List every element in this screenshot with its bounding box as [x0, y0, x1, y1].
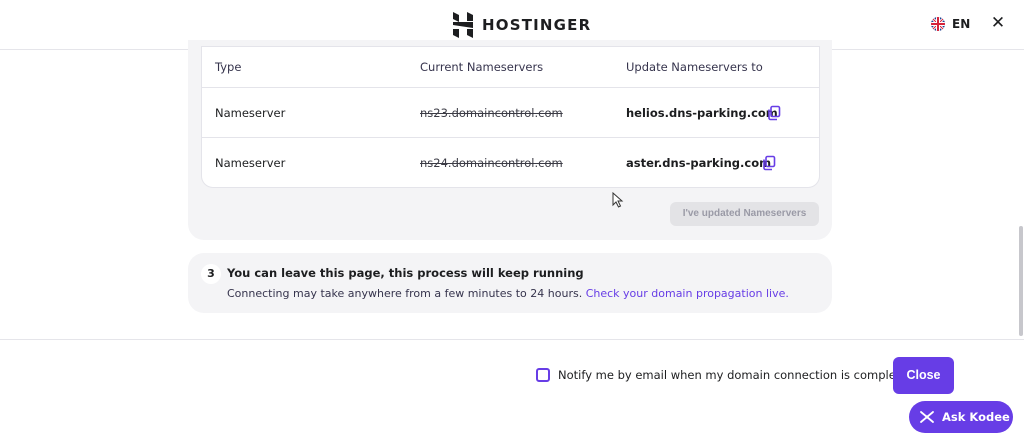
- kodee-label: Ask Kodee: [942, 410, 1010, 424]
- mouse-cursor-icon: [612, 192, 624, 208]
- column-header-update: Update Nameservers to: [626, 60, 763, 74]
- step-title: You can leave this page, this process wi…: [227, 266, 584, 280]
- column-header-current: Current Nameservers: [420, 60, 544, 74]
- brand-logo[interactable]: HOSTINGER: [452, 12, 591, 38]
- kodee-icon: [920, 411, 934, 423]
- row-type: Nameserver: [215, 105, 286, 120]
- footer-divider: [0, 339, 1024, 340]
- column-header-type: Type: [215, 60, 242, 74]
- nameserver-table: Type Current Nameservers Update Nameserv…: [201, 46, 820, 188]
- hostinger-logo-icon: [453, 12, 473, 38]
- step-3-card: 3 You can leave this page, this process …: [188, 253, 832, 313]
- uk-flag-icon: [931, 17, 945, 31]
- close-icon[interactable]: ✕: [989, 14, 1007, 32]
- notify-label: Notify me by email when my domain connec…: [558, 368, 908, 382]
- language-label: EN: [952, 17, 971, 31]
- notify-checkbox[interactable]: [536, 368, 550, 382]
- current-nameserver: ns23.domaincontrol.com: [420, 105, 563, 120]
- ask-kodee-button[interactable]: Ask Kodee: [909, 401, 1013, 433]
- new-nameserver: helios.dns-parking.com: [626, 105, 778, 120]
- language-selector[interactable]: EN: [931, 17, 970, 31]
- row-type: Nameserver: [215, 155, 286, 170]
- copy-icon[interactable]: [766, 105, 782, 121]
- step-description: Connecting may take anywhere from a few …: [227, 287, 789, 300]
- table-header: Type Current Nameservers Update Nameserv…: [202, 47, 819, 87]
- notify-option[interactable]: Notify me by email when my domain connec…: [536, 368, 907, 382]
- updated-nameservers-button[interactable]: I've updated Nameservers: [670, 202, 819, 226]
- page-scrollbar[interactable]: [1019, 226, 1023, 336]
- description-text: Connecting may take anywhere from a few …: [227, 287, 583, 300]
- copy-icon[interactable]: [761, 155, 777, 171]
- brand-name: HOSTINGER: [482, 16, 592, 34]
- step-number: 3: [201, 264, 221, 284]
- current-nameserver: ns24.domaincontrol.com: [420, 155, 563, 170]
- close-button[interactable]: Close: [893, 357, 954, 394]
- new-nameserver: aster.dns-parking.com: [626, 155, 772, 170]
- propagation-link[interactable]: Check your domain propagation live.: [586, 287, 789, 300]
- table-row: Nameserver ns23.domaincontrol.com helios…: [202, 87, 819, 137]
- table-row: Nameserver ns24.domaincontrol.com aster.…: [202, 137, 819, 187]
